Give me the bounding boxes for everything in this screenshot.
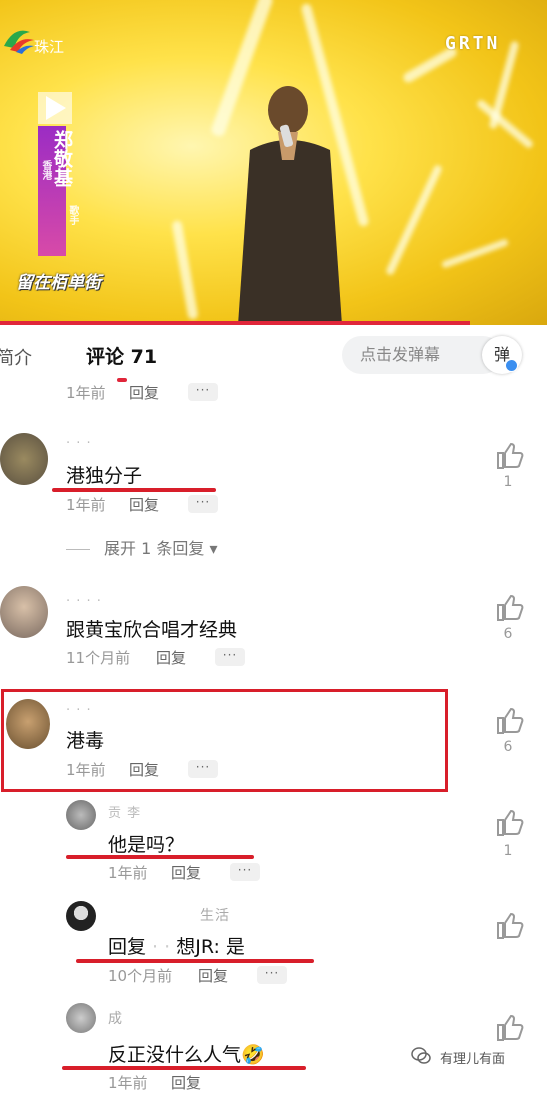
thumbs-up-icon[interactable]: [495, 593, 525, 623]
avatar[interactable]: [66, 1003, 96, 1033]
reply-text: 反正没什么人气🤣: [108, 1044, 265, 1066]
comment-time: 1年前: [66, 761, 106, 779]
reply-button[interactable]: 回复: [156, 647, 186, 668]
username[interactable]: 生活: [200, 905, 230, 925]
singer-origin: 香港: [40, 160, 51, 180]
channel-logo-text: 珠江: [34, 38, 65, 56]
comment-text: 跟黄宝欣合唱才经典: [66, 619, 238, 641]
singer-figure: [238, 86, 342, 325]
danmaku-input[interactable]: 点击发弹幕: [342, 336, 502, 374]
like-count: 1: [503, 474, 513, 490]
more-button[interactable]: ···: [188, 495, 218, 513]
tab-comments[interactable]: 评论 71: [86, 342, 157, 369]
reply-button[interactable]: 回复: [129, 382, 159, 403]
tab-intro[interactable]: 简介: [0, 344, 32, 370]
reply-text: 他是吗？: [108, 834, 185, 856]
video-progress-bar[interactable]: [0, 321, 470, 325]
play-icon: [38, 92, 72, 124]
reply-button[interactable]: 回复: [198, 965, 228, 986]
username[interactable]: 成: [108, 1008, 123, 1028]
source-watermark: 有理儿有面: [440, 1052, 506, 1067]
like-count: 6: [503, 626, 513, 642]
comment-text: 港毒: [66, 730, 105, 752]
highlight-underline: [62, 1066, 306, 1070]
more-button[interactable]: ···: [257, 966, 287, 984]
reply-time: 10个月前: [108, 967, 173, 985]
thumbs-up-icon[interactable]: [495, 1013, 525, 1043]
highlight-underline: [76, 959, 314, 963]
reply-button[interactable]: 回复: [129, 759, 159, 780]
more-button[interactable]: ···: [188, 760, 218, 778]
video-player[interactable]: 珠江 GRTN 郑敬基 香港 歌手 留在栢单街: [0, 0, 547, 325]
avatar[interactable]: [6, 699, 50, 749]
thumbs-up-icon[interactable]: [495, 911, 525, 941]
username[interactable]: · · ·: [66, 703, 92, 718]
expand-replies-button[interactable]: 展开 1 条回复 ▾: [66, 535, 217, 559]
reply-text: 回复 · · 想JR: 是: [108, 936, 245, 958]
danmaku-enabled-badge: [505, 359, 518, 372]
username[interactable]: 贡 李: [108, 802, 141, 821]
username[interactable]: · · · ·: [66, 594, 102, 609]
brand-watermark: GRTN: [445, 33, 501, 54]
thumbs-up-icon[interactable]: [495, 441, 525, 471]
more-button[interactable]: ···: [230, 863, 260, 881]
wechat-icon: [411, 1047, 431, 1064]
reply-button[interactable]: 回复: [171, 862, 201, 883]
song-title: 留在栢单街: [16, 273, 101, 293]
highlight-underline: [66, 855, 254, 859]
thumbs-up-icon[interactable]: [495, 706, 525, 736]
highlight-underline: [52, 488, 216, 492]
like-count: 1: [503, 843, 513, 859]
active-tab-indicator: [117, 378, 127, 382]
singer-name: 郑敬基: [51, 130, 73, 187]
avatar[interactable]: [0, 433, 48, 485]
more-button[interactable]: ···: [215, 648, 245, 666]
comment-time: 1年前: [66, 496, 106, 514]
comment-text: 港独分子: [66, 465, 143, 487]
reply-button[interactable]: 回复: [129, 494, 159, 515]
thumbs-up-icon[interactable]: [495, 808, 525, 838]
comment-time: 11个月前: [66, 649, 131, 667]
reply-time: 1年前: [108, 864, 148, 882]
avatar[interactable]: [66, 901, 96, 931]
avatar[interactable]: [0, 586, 48, 638]
avatar[interactable]: [66, 800, 96, 830]
like-count: 6: [503, 739, 513, 755]
more-button[interactable]: ···: [188, 383, 218, 401]
comment-time: 1年前: [66, 384, 106, 402]
singer-role: 歌手: [67, 205, 78, 225]
username[interactable]: · · ·: [66, 436, 92, 451]
